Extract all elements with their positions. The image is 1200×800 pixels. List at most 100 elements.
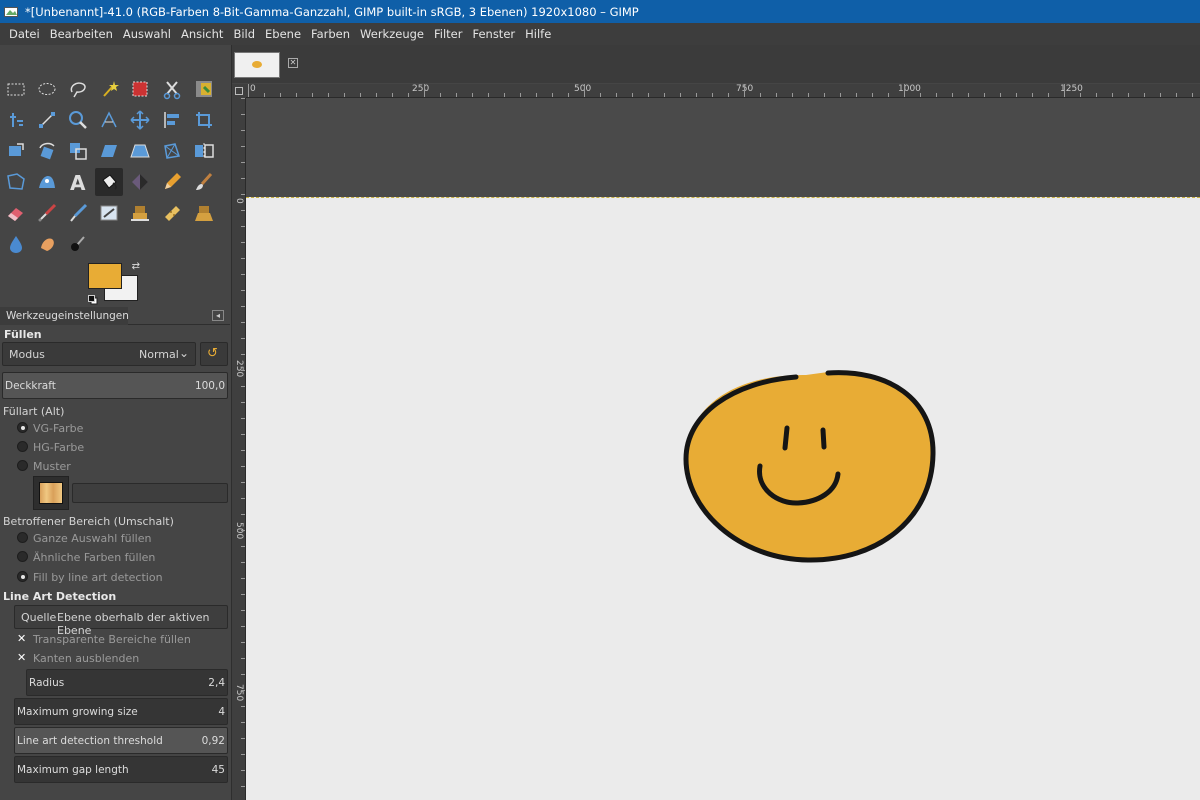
- fuzzy-select-icon[interactable]: [95, 75, 123, 103]
- measure-icon[interactable]: [95, 106, 123, 134]
- navigate-button[interactable]: [232, 84, 246, 98]
- radio-similar-colors[interactable]: [17, 551, 28, 562]
- ruler-tick: [712, 93, 713, 97]
- ruler-tick: [1080, 93, 1081, 97]
- airbrush-icon[interactable]: [33, 199, 61, 227]
- ruler-tick: [1048, 93, 1049, 97]
- dock-menu-button[interactable]: ◂: [212, 310, 224, 321]
- ruler-tick: [696, 93, 697, 97]
- foreground-select-icon[interactable]: [190, 75, 218, 103]
- select-by-color-icon[interactable]: [126, 75, 154, 103]
- close-tab-icon[interactable]: ✕: [288, 58, 298, 68]
- menu-hilfe[interactable]: Hilfe: [520, 23, 556, 45]
- scissors-icon[interactable]: [158, 75, 186, 103]
- line-art-threshold-value: 0,92: [201, 735, 225, 747]
- horizontal-ruler[interactable]: 0 250 500 750 1000 1250: [246, 84, 1200, 98]
- opacity-value: 100,0: [194, 380, 225, 392]
- pattern-name-field[interactable]: [72, 483, 228, 503]
- menu-datei[interactable]: Datei: [4, 23, 45, 45]
- menu-bearbeiten[interactable]: Bearbeiten: [45, 23, 118, 45]
- radio-bg-color[interactable]: [17, 441, 28, 452]
- tab-tool-options[interactable]: Werkzeugeinstellungen: [0, 307, 129, 325]
- gradient-icon[interactable]: [126, 168, 154, 196]
- rotate-icon[interactable]: [33, 137, 61, 165]
- radio-pattern[interactable]: [17, 460, 28, 471]
- checkbox-transparent[interactable]: ✕: [17, 633, 28, 644]
- paintbrush-icon[interactable]: [190, 168, 218, 196]
- ruler-tick: [241, 178, 245, 179]
- default-colors-icon[interactable]: [88, 295, 98, 305]
- heal-icon[interactable]: [158, 199, 186, 227]
- menu-ebene[interactable]: Ebene: [260, 23, 306, 45]
- smudge-icon[interactable]: [33, 230, 61, 258]
- rect-select-icon[interactable]: [2, 75, 30, 103]
- image-tab[interactable]: [234, 52, 280, 78]
- warp-transform-icon[interactable]: [33, 168, 61, 196]
- menu-werkzeuge[interactable]: Werkzeuge: [355, 23, 429, 45]
- checkbox-antialias[interactable]: ✕: [17, 652, 28, 663]
- path-icon[interactable]: [33, 106, 61, 134]
- unified-transform-icon[interactable]: [2, 137, 30, 165]
- ruler-tick: [241, 786, 245, 787]
- bucket-fill-icon[interactable]: [95, 168, 123, 196]
- cage-transform-icon[interactable]: [2, 168, 30, 196]
- vertical-ruler[interactable]: 0 250 500 750: [232, 98, 246, 800]
- max-growing-size-slider[interactable]: Maximum growing size 4: [14, 698, 228, 725]
- ruler-tick: [241, 754, 245, 755]
- line-art-threshold-slider[interactable]: Line art detection threshold 0,92: [14, 727, 228, 754]
- image-thumbnail: [252, 61, 262, 68]
- ellipse-select-icon[interactable]: [33, 75, 61, 103]
- menu-auswahl[interactable]: Auswahl: [118, 23, 176, 45]
- area-line-art: Fill by line art detection: [33, 571, 163, 584]
- blur-icon[interactable]: [2, 230, 30, 258]
- dock-tab-bar: Werkzeugeinstellungen ◂: [0, 307, 230, 325]
- ruler-tick: [241, 130, 245, 131]
- flip-icon[interactable]: [190, 137, 218, 165]
- scale-icon[interactable]: [64, 137, 92, 165]
- source-select[interactable]: Quelle Ebene oberhalb der aktiven Ebene: [14, 605, 228, 637]
- image-canvas[interactable]: [246, 197, 1200, 800]
- swap-colors-icon[interactable]: ⇄: [132, 261, 140, 272]
- reset-mode-button[interactable]: ↺: [200, 342, 228, 366]
- lasso-icon[interactable]: [64, 75, 92, 103]
- radio-fg-color[interactable]: [17, 422, 28, 433]
- crop-icon[interactable]: [190, 106, 218, 134]
- move-icon[interactable]: [126, 106, 154, 134]
- ruler-tick: [440, 93, 441, 97]
- menu-ansicht[interactable]: Ansicht: [176, 23, 228, 45]
- radio-whole-selection[interactable]: [17, 532, 28, 543]
- max-growing-size-value: 4: [218, 706, 225, 718]
- 3d-transform-icon[interactable]: [158, 137, 186, 165]
- menu-bild[interactable]: Bild: [228, 23, 260, 45]
- pencil-icon[interactable]: [158, 168, 186, 196]
- pattern-preview-button[interactable]: [33, 476, 69, 510]
- opacity-label: Deckkraft: [5, 380, 56, 392]
- ruler-tick: [792, 93, 793, 97]
- perspective-clone-icon[interactable]: [190, 199, 218, 227]
- text-icon[interactable]: A: [64, 168, 92, 196]
- foreground-color-swatch[interactable]: [88, 263, 122, 289]
- zoom-icon[interactable]: [64, 106, 92, 134]
- eraser-icon[interactable]: [2, 199, 30, 227]
- max-gap-length-value: 45: [211, 764, 225, 776]
- radius-slider[interactable]: Radius 2,4: [26, 669, 228, 696]
- max-gap-length-slider[interactable]: Maximum gap length 45: [14, 756, 228, 783]
- align-tool-icon[interactable]: [158, 106, 186, 134]
- perspective-icon[interactable]: [126, 137, 154, 165]
- menu-filter[interactable]: Filter: [429, 23, 467, 45]
- mypaint-brush-icon[interactable]: [95, 199, 123, 227]
- mode-select[interactable]: Modus Normal ⌄: [2, 342, 196, 366]
- ink-icon[interactable]: [64, 199, 92, 227]
- shear-icon[interactable]: [95, 137, 123, 165]
- dodge-burn-icon[interactable]: [64, 230, 92, 258]
- opacity-slider[interactable]: Deckkraft 100,0: [2, 372, 228, 399]
- menu-farben[interactable]: Farben: [306, 23, 355, 45]
- clone-icon[interactable]: [126, 199, 154, 227]
- canvas-viewport[interactable]: [246, 98, 1200, 800]
- menu-fenster[interactable]: Fenster: [467, 23, 520, 45]
- fill-type-pattern: Muster: [33, 460, 71, 473]
- ruler-tick: [616, 93, 617, 97]
- align-icon[interactable]: [2, 106, 30, 134]
- radio-line-art[interactable]: [17, 571, 28, 582]
- ruler-tick: [241, 434, 245, 435]
